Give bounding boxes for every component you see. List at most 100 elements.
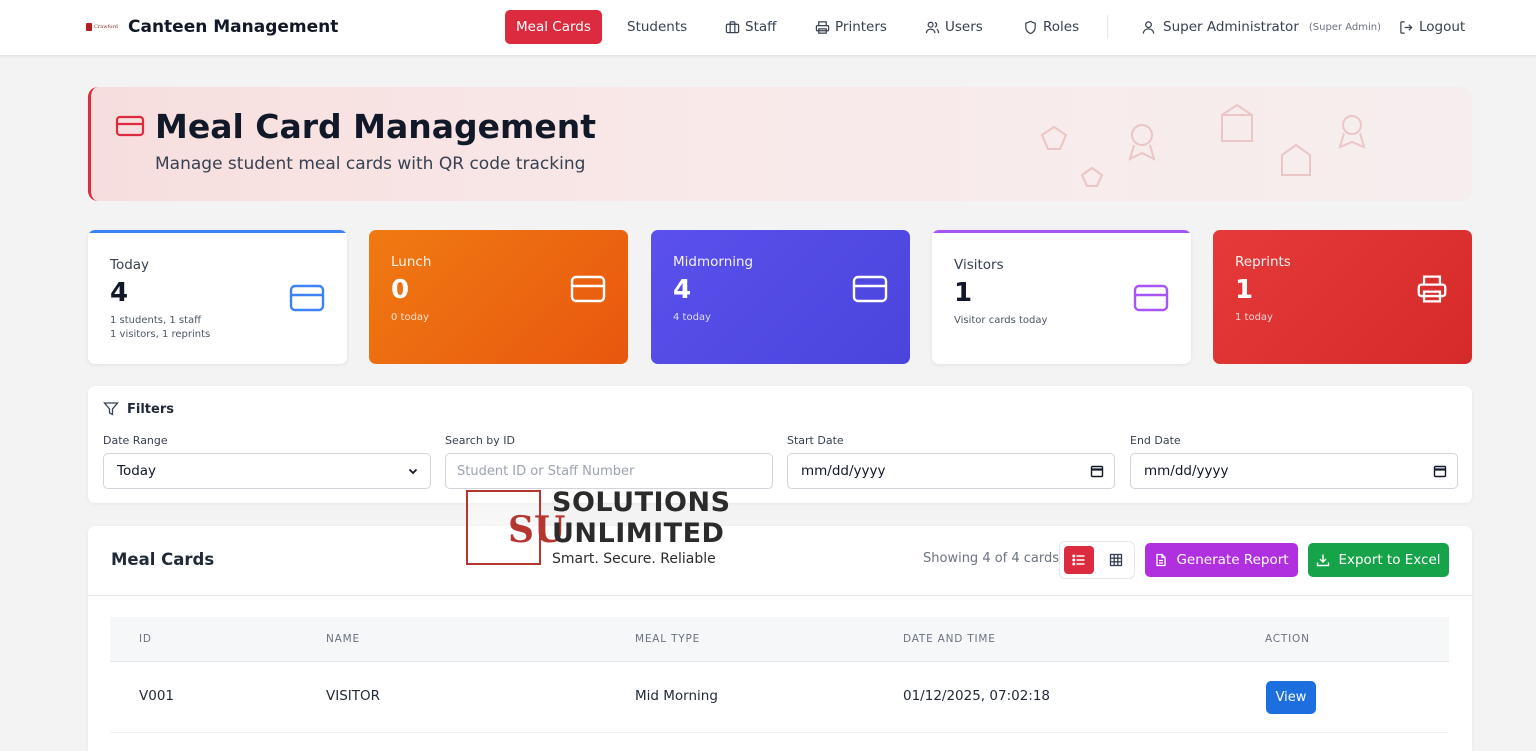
generate-report-button[interactable]: Generate Report xyxy=(1145,543,1298,577)
logout-button[interactable]: Logout xyxy=(1399,10,1465,44)
stat-sub: 4 today xyxy=(673,312,711,323)
grid-view-button[interactable] xyxy=(1101,546,1131,574)
page-title: Meal Card Management xyxy=(155,107,597,146)
stat-value: 4 xyxy=(673,275,692,305)
stat-value: 1 xyxy=(954,278,973,308)
brand[interactable]: Crawford Canteen Management xyxy=(86,14,338,40)
school-logo: Crawford xyxy=(86,20,118,34)
card-accent-line xyxy=(932,230,1191,233)
cell-date-time: 01/12/2025, 07:02:18 xyxy=(903,688,1051,704)
stat-card-today: Today 4 1 students, 1 staff 1 visitors, … xyxy=(88,230,347,364)
user-icon xyxy=(1142,20,1155,34)
top-navbar: Crawford Canteen Management Meal Cards S… xyxy=(0,0,1536,56)
filters-panel: Filters Date Range Today Search by ID St… xyxy=(88,386,1472,503)
column-header-meal-type: MEAL TYPE xyxy=(635,633,701,645)
calendar-icon[interactable] xyxy=(1433,464,1447,478)
stat-card-reprints: Reprints 1 1 today xyxy=(1213,230,1472,364)
search-label: Search by ID xyxy=(445,434,515,447)
stat-sub: 0 today xyxy=(391,312,429,323)
card-icon xyxy=(570,275,606,303)
shield-icon xyxy=(1025,20,1036,34)
nav-meal-cards-label: Meal Cards xyxy=(516,19,591,35)
printer-icon xyxy=(815,20,830,34)
stat-value: 0 xyxy=(391,275,410,305)
nav-students[interactable]: Students xyxy=(627,10,687,44)
nav-printers[interactable]: Printers xyxy=(815,10,887,44)
start-date-label: Start Date xyxy=(787,434,844,447)
search-group: Search by ID Student ID or Staff Number xyxy=(445,434,773,489)
page-header: Meal Card Management Manage student meal… xyxy=(88,87,1472,201)
date-range-label: Date Range xyxy=(103,434,168,447)
end-date-label: End Date xyxy=(1130,434,1181,447)
calendar-icon[interactable] xyxy=(1090,464,1104,478)
stat-label: Today xyxy=(110,257,150,273)
date-range-select[interactable]: Today xyxy=(103,453,431,489)
search-placeholder: Student ID or Staff Number xyxy=(457,463,635,479)
view-button[interactable]: View xyxy=(1266,681,1316,714)
search-input[interactable]: Student ID or Staff Number xyxy=(445,453,773,489)
start-date-value: mm/dd/yyyy xyxy=(801,463,886,479)
date-range-value: Today xyxy=(117,463,157,479)
nav-students-label: Students xyxy=(627,19,688,35)
nav-printers-label: Printers xyxy=(835,19,887,35)
stat-sub: 1 today xyxy=(1235,312,1273,323)
table-header: ID NAME MEAL TYPE DATE AND TIME ACTION xyxy=(110,617,1449,662)
generate-report-label: Generate Report xyxy=(1176,552,1289,568)
card-icon xyxy=(1133,284,1169,312)
cell-name: VISITOR xyxy=(326,688,381,704)
start-date-input[interactable]: mm/dd/yyyy xyxy=(787,453,1115,489)
cell-id: V001 xyxy=(139,688,175,704)
card-accent-line xyxy=(88,230,347,233)
nav-roles[interactable]: Roles xyxy=(1023,10,1079,44)
divider xyxy=(88,595,1472,596)
meal-cards-panel: Meal Cards Showing 4 of 4 cards Generate… xyxy=(88,526,1472,751)
logout-icon xyxy=(1400,20,1413,34)
end-date-group: End Date mm/dd/yyyy xyxy=(1130,434,1458,489)
stat-label: Reprints xyxy=(1235,254,1291,270)
download-icon xyxy=(1317,554,1330,567)
list-view-button[interactable] xyxy=(1064,546,1094,574)
stat-sub-line: 1 visitors, 1 reprints xyxy=(110,329,211,340)
view-toggle xyxy=(1059,541,1135,579)
table-row: V001 VISITOR Mid Morning 01/12/2025, 07:… xyxy=(110,662,1449,733)
end-date-input[interactable]: mm/dd/yyyy xyxy=(1130,453,1458,489)
showing-count: Showing 4 of 4 cards xyxy=(923,551,1060,566)
export-excel-label: Export to Excel xyxy=(1338,552,1441,568)
end-date-value: mm/dd/yyyy xyxy=(1144,463,1229,479)
export-excel-button[interactable]: Export to Excel xyxy=(1308,543,1449,577)
start-date-group: Start Date mm/dd/yyyy xyxy=(787,434,1115,489)
watermark-logo: SU SOLUTIONS UNLIMITED Smart. Secure. Re… xyxy=(466,488,730,570)
cell-meal-type: Mid Morning xyxy=(635,688,718,704)
filter-icon xyxy=(103,402,119,416)
card-icon xyxy=(289,284,325,312)
stat-label: Midmorning xyxy=(673,254,754,270)
page-subtitle: Manage student meal cards with QR code t… xyxy=(155,154,586,174)
nav-roles-label: Roles xyxy=(1043,19,1080,35)
card-icon xyxy=(852,275,888,303)
watermark-line1: SOLUTIONS xyxy=(552,487,731,518)
stat-card-midmorning: Midmorning 4 4 today xyxy=(651,230,910,364)
list-icon xyxy=(1072,554,1085,566)
nav-divider xyxy=(1107,15,1108,39)
credit-card-icon xyxy=(115,115,145,137)
app-title: Canteen Management xyxy=(128,17,339,37)
nav-users-label: Users xyxy=(945,19,983,35)
nav-meal-cards[interactable]: Meal Cards xyxy=(505,10,602,44)
background-pattern xyxy=(1040,103,1366,187)
user-menu[interactable]: Super Administrator (Super Admin) xyxy=(1141,10,1381,44)
stat-card-visitors: Visitors 1 Visitor cards today xyxy=(932,230,1191,364)
printer-icon xyxy=(1417,275,1447,303)
watermark-tagline: Smart. Secure. Reliable xyxy=(552,551,716,567)
stat-card-lunch: Lunch 0 0 today xyxy=(369,230,628,364)
nav-staff[interactable]: Staff xyxy=(725,10,776,44)
chevron-down-icon xyxy=(408,468,418,475)
grid-icon xyxy=(1109,553,1123,567)
nav-users[interactable]: Users xyxy=(925,10,983,44)
stat-label: Lunch xyxy=(391,254,432,270)
nav-staff-label: Staff xyxy=(745,19,777,35)
user-role: (Super Admin) xyxy=(1308,21,1382,33)
date-range-group: Date Range Today xyxy=(103,434,431,489)
filters-title: Filters xyxy=(127,401,174,417)
logout-label: Logout xyxy=(1419,19,1466,35)
filters-header: Filters xyxy=(103,401,174,417)
